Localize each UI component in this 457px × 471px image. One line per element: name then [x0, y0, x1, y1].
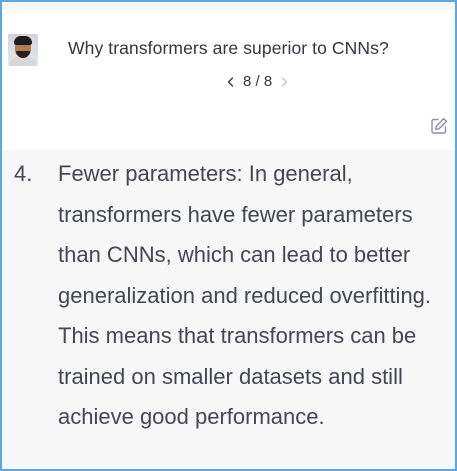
user-avatar — [8, 34, 38, 66]
user-message: Why transformers are superior to CNNs? 8… — [2, 10, 455, 150]
assistant-message: 4. Fewer parameters: In general, transfo… — [2, 150, 455, 469]
list-item-number: 4. — [14, 161, 33, 186]
chevron-right-icon[interactable] — [280, 75, 289, 89]
chat-window: Why transformers are superior to CNNs? 8… — [0, 0, 457, 471]
pager-total: 8 — [263, 73, 273, 90]
pager-label: 8 / 8 — [243, 73, 272, 90]
pager-separator: / — [255, 73, 260, 90]
response-pager: 8 / 8 — [226, 73, 289, 90]
user-question-text: Why transformers are superior to CNNs? — [68, 38, 389, 58]
edit-icon[interactable] — [429, 116, 449, 136]
list-item-text: Fewer parameters: In general, transforme… — [58, 161, 432, 429]
pager-current: 8 — [243, 73, 252, 90]
chevron-left-icon[interactable] — [226, 75, 235, 89]
previous-message-edge — [2, 2, 455, 10]
